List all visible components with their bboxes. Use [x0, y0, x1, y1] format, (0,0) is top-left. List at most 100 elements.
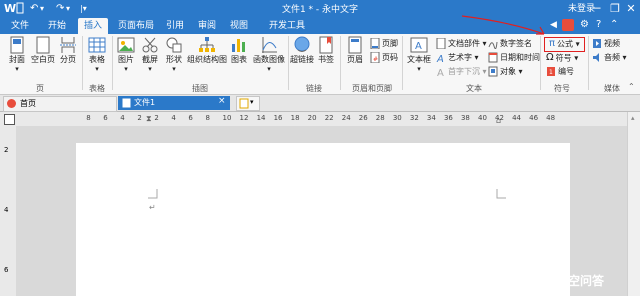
- scroll-up-icon[interactable]: ▴: [631, 114, 635, 122]
- ruler-tick-label: 16: [273, 114, 283, 122]
- paragraph-mark-icon: ↵: [149, 203, 156, 212]
- links-group-label: 链接: [306, 84, 322, 93]
- ruler-tick-label: 4: [171, 114, 176, 122]
- tab-home[interactable]: 开始: [40, 18, 74, 34]
- shape-label: 形状: [166, 55, 182, 64]
- ruler-tick-label: 6: [188, 114, 193, 122]
- equation-button[interactable]: π 公式 ▾: [544, 37, 585, 52]
- blank-page-button[interactable]: 空白页: [30, 36, 56, 65]
- help-icon[interactable]: ?: [596, 19, 601, 30]
- numbering-button[interactable]: 1 编号: [546, 66, 574, 78]
- page-number-button[interactable]: # 页码: [370, 52, 398, 64]
- svg-text:#: #: [373, 56, 378, 63]
- bookmark-label: 书签: [318, 55, 334, 64]
- video-button[interactable]: 视频: [592, 38, 620, 50]
- object-label: 对象: [500, 67, 516, 76]
- home-tab-icon: [7, 99, 16, 108]
- audio-button[interactable]: 音频 ▾: [592, 52, 627, 64]
- footer-button[interactable]: 页脚: [370, 38, 398, 50]
- svg-text:1: 1: [549, 69, 553, 76]
- orgchart-icon: [199, 37, 215, 52]
- function-graph-button[interactable]: 函数图像 ▾: [250, 36, 288, 73]
- symbol-button[interactable]: Ω 符号 ▾: [546, 52, 578, 64]
- right-indent-marker-icon[interactable]: ⌂: [496, 116, 501, 125]
- vruler-tick: 4: [4, 206, 9, 214]
- bookmark-icon: [319, 36, 333, 54]
- tab-references[interactable]: 引用: [162, 18, 188, 34]
- tab-document-1[interactable]: 文件1 ×: [118, 96, 230, 110]
- wordart-button[interactable]: A 艺术字 ▾: [436, 52, 479, 64]
- new-tab-dropdown-icon: ▾: [250, 98, 254, 106]
- textbox-label: 文本框: [407, 55, 431, 64]
- table-icon: [88, 37, 106, 53]
- separator: [112, 36, 113, 90]
- close-icon[interactable]: ✕: [620, 0, 640, 18]
- watermark: 悟空问答: [556, 274, 605, 288]
- header-button[interactable]: 页眉: [344, 36, 366, 65]
- new-document-icon: [239, 98, 249, 109]
- vertical-scrollbar[interactable]: ▴: [627, 112, 640, 296]
- ruler-tick-label: 38: [460, 114, 470, 122]
- calendar-icon: [488, 52, 498, 63]
- document-tab-label: 文件1: [134, 98, 156, 107]
- globe-link-icon: [294, 36, 310, 52]
- picture-button[interactable]: 图片 ▾: [115, 36, 137, 73]
- header-label: 页眉: [347, 55, 363, 64]
- expand-ribbon-icon[interactable]: ⌃: [610, 19, 618, 30]
- tab-review[interactable]: 审阅: [194, 18, 220, 34]
- table-button[interactable]: 表格 ▾: [86, 36, 108, 73]
- omega-icon: Ω: [546, 52, 554, 63]
- function-graph-icon: [262, 37, 277, 53]
- chart-button[interactable]: 图表: [228, 36, 250, 65]
- svg-text:A: A: [415, 41, 422, 52]
- document-tabs: 首页 文件1 × ▾: [0, 95, 640, 112]
- ruler-tick-label: 6: [103, 114, 108, 122]
- object-button[interactable]: 对象 ▾: [488, 66, 523, 78]
- tab-page-layout[interactable]: 页面布局: [112, 18, 160, 34]
- cover-icon: [10, 36, 24, 54]
- indent-marker-icon[interactable]: ⧗: [146, 114, 152, 124]
- media-group-label: 媒体: [604, 84, 620, 93]
- symbols-group-label: 符号: [554, 84, 570, 93]
- hyperlink-button[interactable]: 超链接: [290, 36, 314, 65]
- orgchart-button[interactable]: 组织结构图: [187, 36, 227, 65]
- tab-view[interactable]: 视图: [226, 18, 252, 34]
- scissors-icon: [142, 37, 158, 53]
- datetime-button[interactable]: 日期和时间: [488, 52, 540, 64]
- footer-icon: [370, 38, 380, 49]
- cover-button[interactable]: 封面 ▾: [6, 36, 28, 73]
- vertical-ruler: 2 4 6: [0, 126, 16, 296]
- wordart-label: 艺术字: [448, 53, 472, 62]
- svg-text:A: A: [436, 54, 444, 63]
- collapse-ribbon-arrow-icon[interactable]: ⌃: [628, 82, 635, 91]
- blank-page-icon: [36, 36, 50, 54]
- textbox-button[interactable]: A 文本框 ▾: [405, 36, 433, 73]
- tab-developer[interactable]: 开发工具: [262, 18, 312, 34]
- ruler-tick-label: 28: [375, 114, 385, 122]
- cover-label: 封面: [9, 55, 25, 64]
- dropcap-icon: A: [437, 68, 444, 77]
- tab-insert[interactable]: 插入: [78, 18, 108, 34]
- close-tab-icon[interactable]: ×: [218, 96, 226, 106]
- ruler-tick-label: 12: [239, 114, 249, 122]
- tab-home-page[interactable]: 首页: [3, 96, 117, 112]
- tab-stop-selector[interactable]: [4, 114, 15, 125]
- ruler-tick-label: 18: [290, 114, 300, 122]
- object-icon: [488, 66, 498, 77]
- screenshot-button[interactable]: 截屏 ▾: [139, 36, 161, 73]
- skin-icon[interactable]: [562, 19, 574, 31]
- shape-icon: [166, 37, 182, 53]
- dropcap-label: 首字下沉: [448, 67, 480, 76]
- page-break-button[interactable]: 分页: [58, 36, 78, 65]
- collapse-ribbon-icon[interactable]: ◀: [550, 20, 557, 30]
- separator: [540, 36, 541, 90]
- page-break-icon: [60, 37, 76, 53]
- home-tab-label: 首页: [20, 99, 36, 108]
- shape-button[interactable]: 形状 ▾: [163, 36, 185, 73]
- tab-file[interactable]: 文件: [6, 18, 34, 34]
- settings-icon[interactable]: ⚙: [580, 19, 589, 30]
- dropcap-button[interactable]: A 首字下沉 ▾: [436, 66, 487, 78]
- document-page[interactable]: ↵: [76, 143, 570, 296]
- new-tab-button[interactable]: ▾: [236, 96, 260, 111]
- bookmark-button[interactable]: 书签: [316, 36, 336, 65]
